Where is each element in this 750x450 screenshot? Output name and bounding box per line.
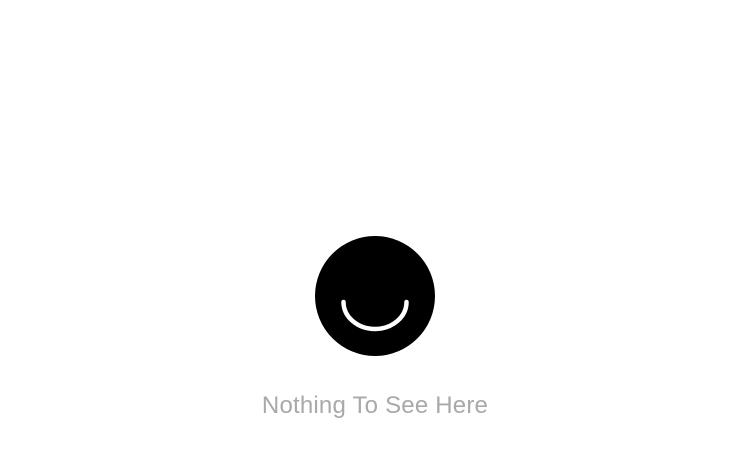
- empty-state: Nothing To See Here: [0, 0, 750, 450]
- empty-state-message: Nothing To See Here: [261, 392, 489, 419]
- page: Nothing To See Here: [0, 0, 750, 450]
- smiley-logo-icon: [315, 236, 435, 356]
